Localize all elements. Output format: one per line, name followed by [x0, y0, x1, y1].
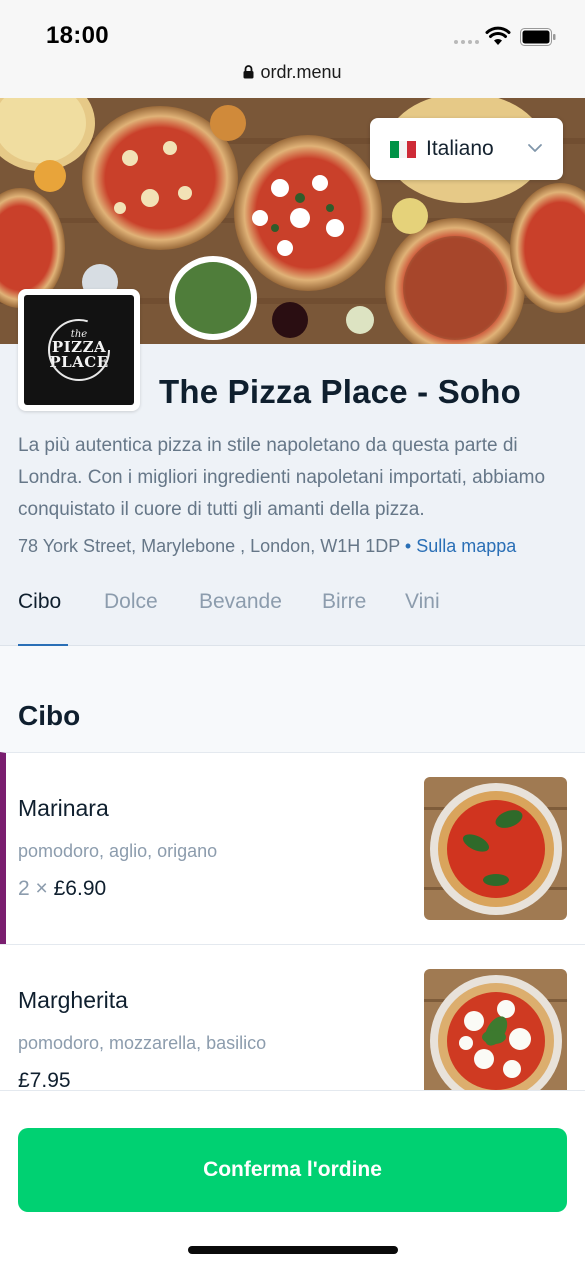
- item-price-line: 2 × £6.90: [18, 877, 106, 901]
- item-price: £6.90: [53, 877, 107, 900]
- tab-birre[interactable]: Birre: [322, 590, 366, 614]
- status-bar: 18:00 ordr.menu: [0, 0, 585, 98]
- restaurant-address-line: 78 York Street, Marylebone , London, W1H…: [18, 536, 516, 557]
- marinara-pizza-image: [424, 777, 567, 920]
- category-tabs: Cibo Dolce Bevande Birre Vini: [0, 582, 585, 646]
- item-ingredients: pomodoro, mozzarella, basilico: [18, 1033, 267, 1053]
- item-quantity: 2 ×: [18, 877, 48, 900]
- signal-icon: [454, 40, 479, 44]
- restaurant-logo: the PIZZA PLACE: [18, 289, 140, 411]
- item-image: [424, 777, 567, 920]
- battery-icon: [520, 28, 556, 46]
- address-bar[interactable]: ordr.menu: [0, 62, 585, 83]
- status-time: 18:00: [46, 22, 109, 49]
- chevron-down-icon: [528, 144, 542, 152]
- item-name: Margherita: [18, 987, 128, 1013]
- confirm-order-button[interactable]: Conferma l'ordine: [18, 1128, 567, 1212]
- item-name: Marinara: [18, 795, 109, 821]
- item-ingredients: pomodoro, aglio, origano: [18, 841, 218, 861]
- language-select[interactable]: Italiano: [370, 118, 563, 180]
- home-indicator: [188, 1246, 398, 1254]
- tab-vini[interactable]: Vini: [405, 590, 440, 614]
- lock-icon: [243, 65, 254, 79]
- tab-dolce[interactable]: Dolce: [104, 590, 158, 614]
- restaurant-name: The Pizza Place - Soho: [159, 373, 521, 410]
- tab-bevande[interactable]: Bevande: [199, 590, 282, 614]
- wifi-icon: [485, 26, 511, 45]
- url-text: ordr.menu: [260, 62, 342, 82]
- restaurant-description: La più autentica pizza in stile napoleta…: [18, 435, 546, 520]
- item-price: £7.95: [18, 1069, 71, 1092]
- section-title: Cibo: [18, 700, 81, 731]
- italy-flag-icon: [390, 140, 417, 158]
- restaurant-address: 78 York Street, Marylebone , London, W1H…: [18, 536, 400, 556]
- logo-ring: [48, 319, 110, 381]
- map-link[interactable]: • Sulla mappa: [405, 536, 516, 556]
- menu-item-marinara[interactable]: Marinara pomodoro, aglio, origano 2 × £6…: [0, 752, 585, 944]
- tab-cibo[interactable]: Cibo: [18, 590, 61, 614]
- language-label: Italiano: [426, 137, 494, 160]
